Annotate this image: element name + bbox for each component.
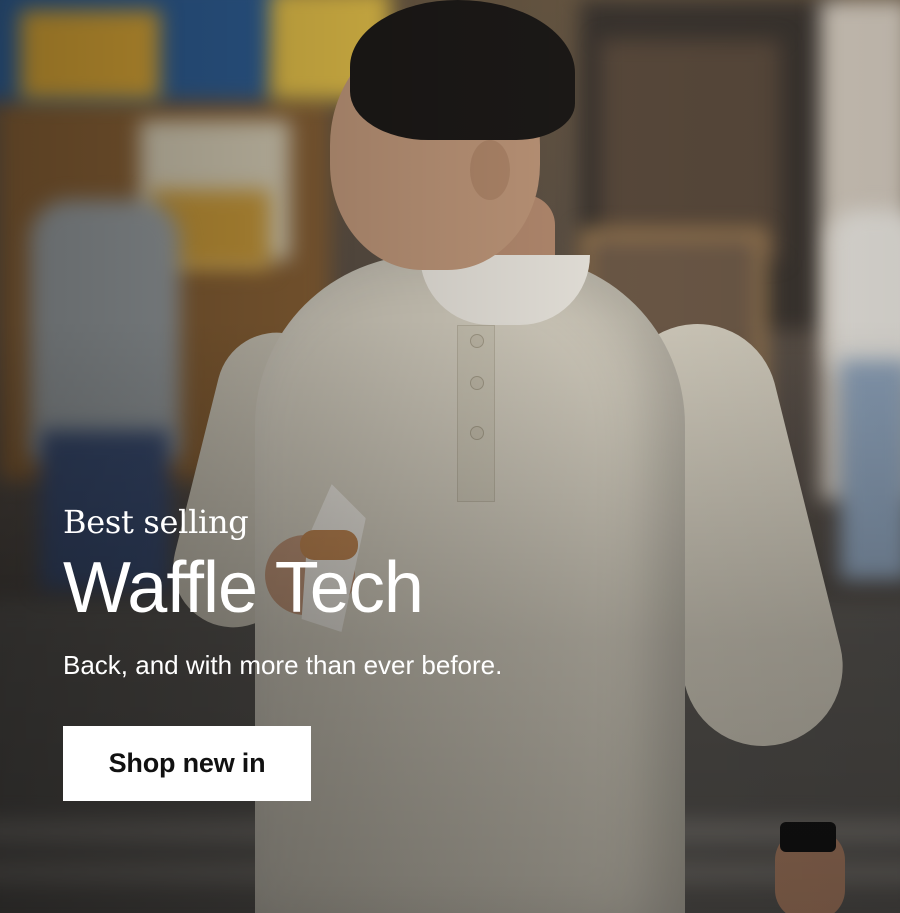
shop-new-in-button[interactable]: Shop new in	[63, 726, 311, 801]
shop-new-in-label: Shop new in	[108, 748, 266, 778]
hero-banner: Best selling Waffle Tech Back, and with …	[0, 0, 900, 913]
hero-subline: Back, and with more than ever before.	[63, 650, 503, 680]
hero-text: Best selling Waffle Tech Back, and with …	[63, 500, 583, 682]
hero-headline: Waffle Tech	[63, 548, 424, 628]
hero-eyebrow: Best selling	[63, 503, 249, 541]
